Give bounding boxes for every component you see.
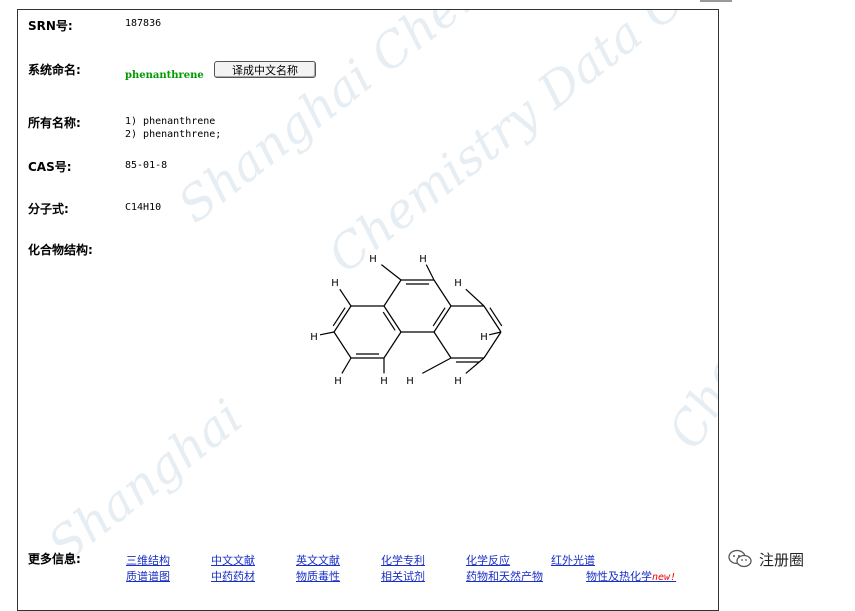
thermo-link-text: 物性及热化学 [586, 570, 652, 583]
hydrogen-atom-label: H [454, 278, 462, 289]
h-bond-line [465, 357, 485, 374]
bond-line [333, 331, 352, 359]
link-chemical-reactions[interactable]: 化学反应 [466, 552, 510, 568]
molecule-structure: H H H H H H H H H H [310, 254, 503, 387]
link-english-literature[interactable]: 英文文献 [296, 552, 340, 568]
more-info-label: 更多信息: [28, 552, 81, 566]
link-reagents[interactable]: 相关试剂 [381, 568, 425, 584]
link-thermochemistry[interactable]: 物性及热化学new! [586, 568, 676, 584]
link-chinese-literature[interactable]: 中文文献 [211, 552, 255, 568]
link-drugs-natural-products[interactable]: 药物和天然产物 [466, 568, 543, 584]
h-bond-line [341, 357, 352, 374]
h-bond-line [319, 331, 335, 336]
hydrogen-atom-label: H [406, 376, 414, 387]
bond-line [333, 305, 352, 333]
bond-line [433, 279, 452, 307]
compound-info-panel: Shanghai Chemistry & Chemistry Data Cent… [17, 9, 719, 611]
link-mass-spectra[interactable]: 质谱谱图 [126, 568, 170, 584]
hydrogen-atom-label: H [369, 254, 377, 265]
link-tcm-materials[interactable]: 中药药材 [211, 568, 255, 584]
h-bond-line [339, 288, 352, 307]
wechat-account-name: 注册圈 [759, 550, 805, 569]
watermark-line: Shanghai [38, 389, 253, 575]
h-bond-line [465, 288, 485, 307]
bond-line [433, 331, 452, 359]
hydrogen-atom-label: H [380, 376, 388, 387]
h-bond-line [381, 264, 402, 281]
hydrogen-atom-label: H [454, 376, 462, 387]
bond-line [483, 305, 502, 333]
hydrogen-atom-label: H [480, 332, 488, 343]
link-ir-spectra[interactable]: 红外光谱 [551, 552, 595, 568]
hydrogen-atom-label: H [334, 376, 342, 387]
hydrogen-atom-label: H [419, 254, 427, 265]
link-chemical-patents[interactable]: 化学专利 [381, 552, 425, 568]
bond-line [383, 331, 402, 359]
hydrogen-atom-label: H [310, 332, 318, 343]
link-toxicity[interactable]: 物质毒性 [296, 568, 340, 584]
bond-line [383, 279, 402, 307]
bond-line [383, 305, 402, 333]
bond-line [433, 305, 452, 333]
top-scroll-mark [700, 0, 732, 2]
h-bond-line [422, 357, 452, 374]
link-3d-structure[interactable]: 三维结构 [126, 552, 170, 568]
h-bond-line [425, 264, 435, 281]
new-badge: new! [652, 572, 677, 583]
wechat-icon [728, 549, 752, 568]
wechat-watermark: 注册圈 [727, 548, 804, 570]
hydrogen-atom-label: H [331, 278, 339, 289]
